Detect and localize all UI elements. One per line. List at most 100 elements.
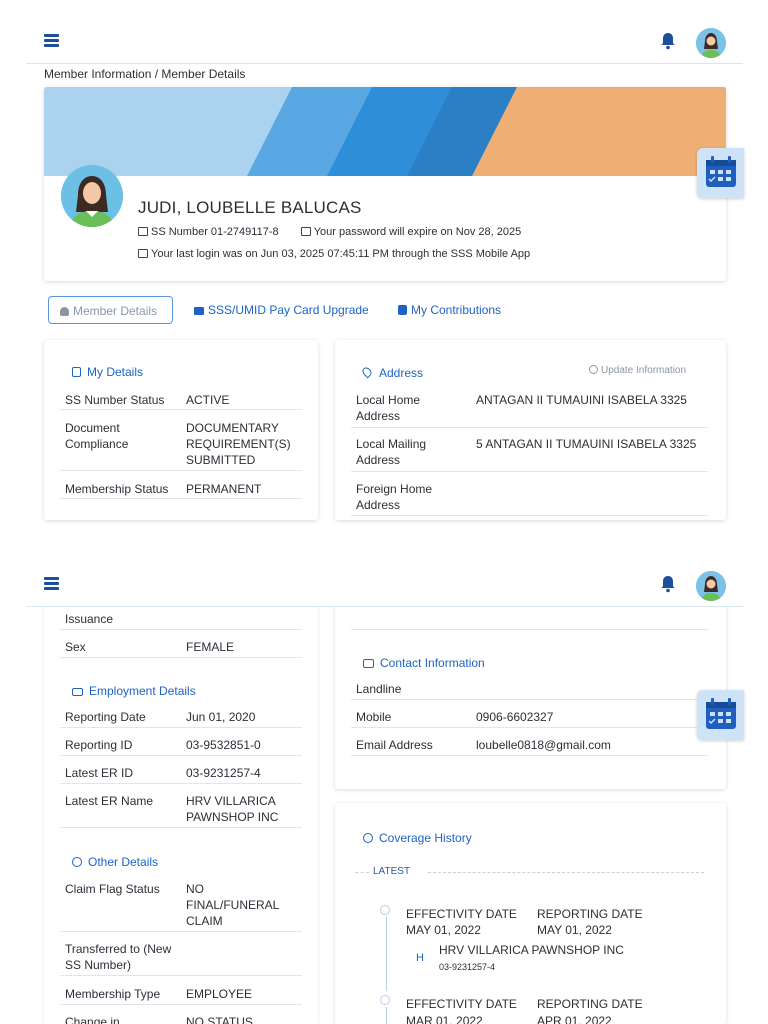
calendar-check-icon <box>138 249 148 258</box>
timeline-line <box>386 917 387 991</box>
timeline-dash <box>428 872 704 873</box>
my-details-panel-continued: Issuance Sex FEMALE Employment Details Re… <box>44 570 318 1024</box>
divider <box>351 427 708 428</box>
tab-member-details[interactable]: Member Details <box>48 296 173 324</box>
contact-row: Landline <box>356 682 402 696</box>
detail-row: Claim Flag Status NO FINAL/FUNERAL CLAIM <box>65 882 279 928</box>
user-avatar[interactable] <box>696 571 726 601</box>
divider <box>60 783 302 784</box>
profile-card: JUDI, LOUBELLE BALUCAS SS Number 01-2749… <box>44 87 726 281</box>
address-panel: Address Update Information Local Home Ad… <box>335 340 726 520</box>
divider <box>60 755 302 756</box>
divider <box>351 515 708 516</box>
divider <box>60 931 302 932</box>
document-icon <box>72 367 81 377</box>
top-app-bar <box>26 0 743 64</box>
divider <box>60 1004 302 1005</box>
password-expiry-text: Your password will expire on Nov 28, 202… <box>313 226 522 238</box>
detail-row: Membership Type EMPLOYEE <box>65 987 253 1001</box>
hamburger-menu-icon[interactable] <box>44 577 59 590</box>
detail-row: Transferred to (New SS Number) <box>65 942 172 972</box>
briefcase-icon <box>194 307 204 315</box>
divider <box>351 629 708 630</box>
coverage-history-panel: Coverage History LATEST EFFECTIVITY DATE… <box>335 803 726 1024</box>
address-row: Local Home Address ANTAGAN II TUMAUINI IS… <box>356 393 687 423</box>
address-row: Foreign Home Address <box>356 482 433 512</box>
employment-details-title: Employment Details <box>72 684 196 698</box>
update-information-link[interactable]: Update Information <box>589 365 686 376</box>
briefcase-icon <box>72 688 83 696</box>
employer-name: HRV VILLARICA PAWNSHOP INC <box>439 943 624 957</box>
address-title: Address <box>360 365 423 380</box>
effectivity-date: MAR 01, 2022 <box>406 1014 483 1024</box>
divider <box>60 657 302 658</box>
last-login-text: Your last login was on Jun 03, 2025 07:4… <box>151 248 531 260</box>
person-chart-icon <box>398 305 407 315</box>
detail-row: Membership Status PERMANENT <box>65 482 262 496</box>
address-row: Local Mailing Address 5 ANTAGAN II TUMAUI… <box>356 437 697 467</box>
divider <box>60 827 302 828</box>
ss-number-text: SS Number 01-2749117-8 <box>151 226 279 238</box>
top-app-bar-sticky <box>26 543 743 607</box>
divider <box>351 755 708 756</box>
effectivity-header: EFFECTIVITY DATE <box>406 907 517 921</box>
hamburger-menu-icon[interactable] <box>44 34 59 47</box>
tab-my-contributions[interactable]: My Contributions <box>398 296 501 324</box>
map-pin-icon <box>360 365 374 379</box>
employer-id: 03-9231257-4 <box>439 962 496 972</box>
detail-row: Document Compliance DOCUMENTARY REQUIREME… <box>65 421 291 467</box>
detail-row: SS Number Status ACTIVE <box>65 393 230 407</box>
member-meta-line-1: SS Number 01-2749117-8 Your password wil… <box>138 226 521 238</box>
coverage-history-title: Coverage History <box>363 831 472 845</box>
calendar-fab-button[interactable] <box>697 148 744 198</box>
divider <box>60 975 302 976</box>
detail-row: Sex FEMALE <box>65 640 235 654</box>
detail-row: Latest ER Name HRV VILLARICA PAWNSHOP INC <box>65 794 279 824</box>
effectivity-date: MAY 01, 2022 <box>406 923 481 937</box>
calendar-icon <box>706 698 736 729</box>
calendar-small-icon <box>300 227 311 236</box>
detail-row: Reporting ID 03-9532851-0 <box>65 738 261 752</box>
user-avatar[interactable] <box>696 28 726 58</box>
timeline-dot <box>380 995 390 1005</box>
divider <box>60 727 302 728</box>
effectivity-header: EFFECTIVITY DATE <box>406 997 517 1011</box>
detail-row: Latest ER ID 03-9231257-4 <box>65 766 261 780</box>
contact-row: Mobile 0906-6602327 <box>356 710 554 724</box>
reporting-header: REPORTING DATE <box>537 997 643 1011</box>
contact-information-title: Contact Information <box>363 656 485 670</box>
divider <box>60 409 302 410</box>
divider <box>351 471 708 472</box>
timeline-line <box>386 1007 387 1024</box>
divider <box>351 699 708 700</box>
reporting-date: APR 01, 2022 <box>537 1014 612 1024</box>
profile-banner <box>44 87 726 176</box>
user-icon <box>60 307 69 316</box>
divider <box>351 727 708 728</box>
bell-icon[interactable] <box>660 32 676 50</box>
divider <box>60 470 302 471</box>
calendar-fab-button[interactable] <box>697 690 744 740</box>
detail-row: Change in NO STATUS <box>65 1015 253 1024</box>
info-icon <box>72 857 82 867</box>
reporting-date: MAY 01, 2022 <box>537 923 612 937</box>
reporting-header: REPORTING DATE <box>537 907 643 921</box>
timeline-dash <box>355 872 369 873</box>
detail-row: Reporting Date Jun 01, 2020 <box>65 710 256 724</box>
id-card-icon <box>138 227 148 236</box>
refresh-icon <box>589 365 598 374</box>
member-avatar <box>61 165 123 227</box>
my-details-panel: My Details SS Number Status ACTIVE Docume… <box>44 340 318 520</box>
bell-icon[interactable] <box>660 575 676 593</box>
other-details-title: Other Details <box>72 855 158 869</box>
latest-label: LATEST <box>373 866 411 877</box>
clock-icon <box>363 833 373 843</box>
breadcrumb: Member Information / Member Details <box>44 67 246 81</box>
tab-pay-card-upgrade[interactable]: SSS/UMID Pay Card Upgrade <box>194 296 369 324</box>
member-meta-line-2: Your last login was on Jun 03, 2025 07:4… <box>138 248 530 260</box>
contact-card-icon <box>363 659 374 668</box>
issuance-row: Issuance <box>65 612 114 626</box>
employer-initial-badge: H <box>416 952 424 964</box>
calendar-icon <box>706 156 736 187</box>
timeline-dot <box>380 905 390 915</box>
